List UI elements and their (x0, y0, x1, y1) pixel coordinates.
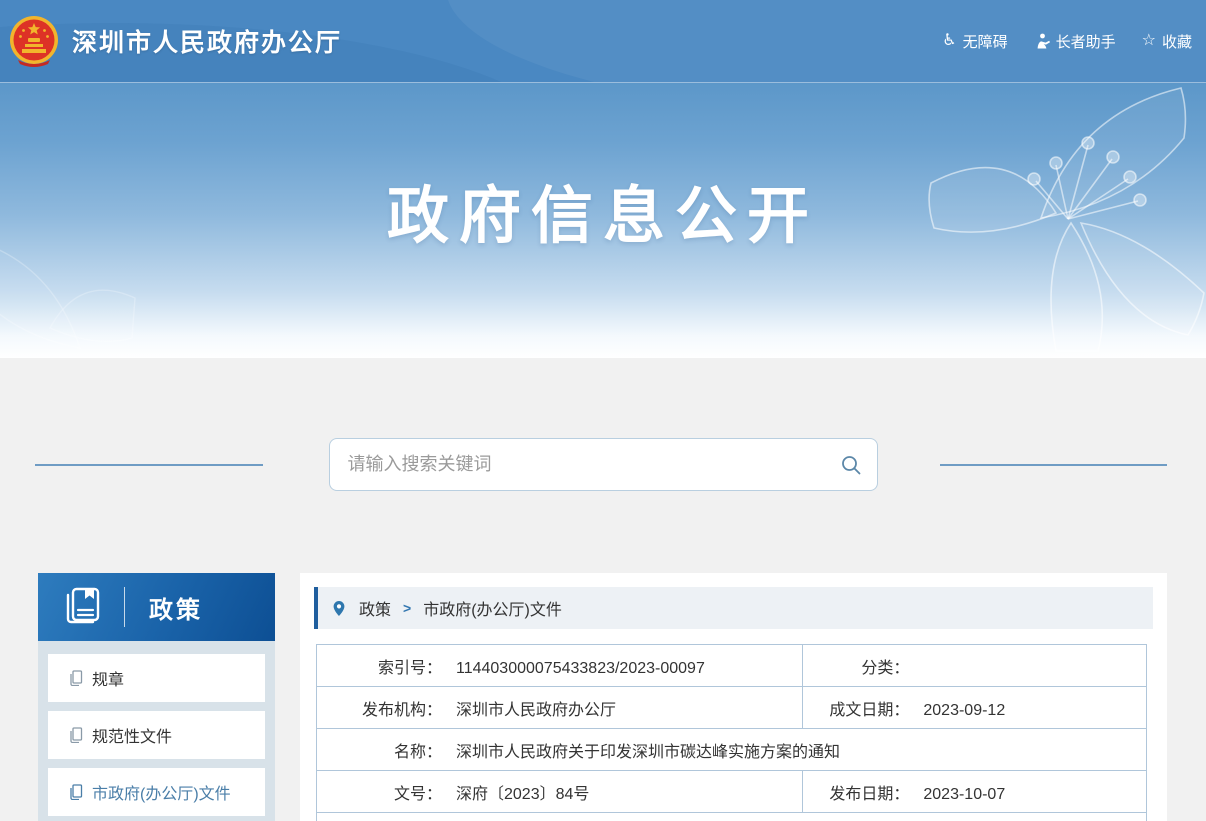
field-value-publish-date: 2023-10-07 (909, 786, 1005, 803)
field-label-publish-date: 发布日期： (803, 780, 909, 804)
field-value-title: 深圳市人民政府关于印发深圳市碳达峰实施方案的通知 (442, 744, 840, 761)
content-area: 政策 规章 规范性文件 (0, 358, 1206, 821)
field-value-document-number: 深府〔2023〕84号 (442, 786, 589, 803)
sidebar-item-list: 规章 规范性文件 市政府(办公厅)文件 (38, 641, 275, 821)
favorite-label: 收藏 (1162, 31, 1192, 52)
field-value-issuing-agency: 深圳市人民政府办公厅 (442, 702, 616, 719)
breadcrumb-item-current: 市政府(办公厅)文件 (423, 596, 562, 620)
table-row: 索引号：114403000075433823/2023-00097 分类： (317, 645, 1147, 687)
accessibility-icon: ♿ (942, 33, 956, 49)
breadcrumb-item-policy[interactable]: 政策 (359, 596, 391, 620)
sidebar-item-label: 规范性文件 (92, 723, 172, 747)
field-value-index: 114403000075433823/2023-00097 (442, 660, 705, 677)
document-meta-table: 索引号：114403000075433823/2023-00097 分类： 发布… (316, 644, 1147, 821)
sidebar-item-normative-documents[interactable]: 规范性文件 (48, 711, 265, 759)
content-row: 政策 规章 规范性文件 (38, 573, 1167, 821)
sidebar-header: 政策 (38, 573, 275, 641)
breadcrumb-separator: > (403, 600, 411, 616)
elder-helper-icon (1034, 33, 1050, 49)
table-row: 名称：深圳市人民政府关于印发深圳市碳达峰实施方案的通知 (317, 729, 1147, 771)
table-row: 文号：深府〔2023〕84号 发布日期：2023-10-07 (317, 771, 1147, 813)
field-label-issuing-agency: 发布机构： (317, 696, 442, 720)
sidebar-item-label: 规章 (92, 666, 124, 690)
sidebar-item-regulations[interactable]: 规章 (48, 654, 265, 702)
page-root: 深圳市人民政府办公厅 ♿ 无障碍 长者助手 ☆ 收藏 (0, 0, 1206, 821)
field-label-title: 名称： (317, 738, 442, 762)
search-box (329, 438, 878, 491)
elder-helper-label: 长者助手 (1056, 31, 1116, 52)
sidebar: 政策 规章 规范性文件 (38, 573, 275, 821)
field-value-category (909, 660, 923, 677)
star-icon: ☆ (1142, 33, 1156, 49)
accessibility-label: 无障碍 (963, 31, 1008, 52)
search-row (0, 438, 1206, 491)
search-icon (840, 454, 862, 476)
field-label-category: 分类： (803, 654, 909, 678)
field-label-index: 索引号： (317, 654, 442, 678)
decorative-line-right (940, 464, 1167, 466)
field-value-written-date: 2023-09-12 (909, 702, 1005, 719)
document-icon (68, 784, 83, 800)
site-header: 深圳市人民政府办公厅 ♿ 无障碍 长者助手 ☆ 收藏 (0, 0, 1206, 83)
accessibility-link[interactable]: ♿ 无障碍 (942, 31, 1007, 52)
decorative-line-left (35, 464, 263, 466)
field-label-written-date: 成文日期： (803, 696, 909, 720)
sidebar-title: 政策 (149, 590, 203, 625)
book-icon (60, 586, 104, 628)
table-row: 发布机构：深圳市人民政府办公厅 成文日期：2023-09-12 (317, 687, 1147, 729)
document-icon (68, 670, 83, 686)
location-pin-icon (331, 600, 347, 617)
banner: 政府信息公开 (0, 83, 1206, 358)
table-row (317, 813, 1147, 821)
sidebar-item-municipal-government-documents[interactable]: 市政府(办公厅)文件 (48, 768, 265, 816)
page-title: 政府信息公开 (0, 83, 1206, 255)
breadcrumb: 政策 > 市政府(办公厅)文件 (314, 587, 1153, 629)
header-links: ♿ 无障碍 长者助手 ☆ 收藏 (942, 31, 1192, 52)
main-content: 政策 > 市政府(办公厅)文件 索引号：114403000075433823/2… (300, 573, 1167, 821)
site-title: 深圳市人民政府办公厅 (72, 23, 342, 59)
national-emblem-logo (8, 15, 60, 67)
elder-helper-link[interactable]: 长者助手 (1034, 31, 1116, 52)
site-brand[interactable]: 深圳市人民政府办公厅 (8, 15, 342, 67)
favorite-link[interactable]: ☆ 收藏 (1142, 31, 1192, 52)
sidebar-header-divider (124, 587, 125, 627)
field-label-document-number: 文号： (317, 780, 442, 804)
search-button[interactable] (825, 439, 877, 490)
sidebar-item-label: 市政府(办公厅)文件 (92, 780, 231, 804)
document-icon (68, 727, 83, 743)
search-input[interactable] (330, 439, 825, 490)
